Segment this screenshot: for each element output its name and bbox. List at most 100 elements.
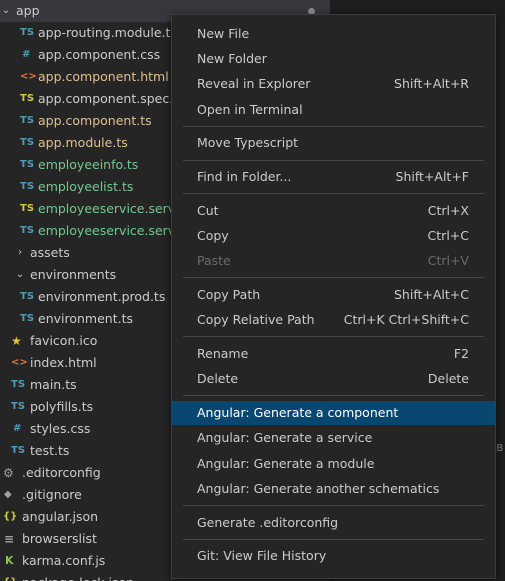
menu-item-generate-editorconfig[interactable]: Generate .editorconfig <box>172 511 495 535</box>
menu-item-shortcut: Shift+Alt+F <box>395 169 469 184</box>
menu-item-angular-generate-schematics[interactable]: Angular: Generate another schematics <box>172 477 495 501</box>
menu-item-new-file[interactable]: New File <box>172 22 495 46</box>
menu-item-label: Copy <box>197 228 229 243</box>
menu-item-reveal-in-explorer[interactable]: Reveal in Explorer Shift+Alt+R <box>172 72 495 96</box>
menu-item-copy-path[interactable]: Copy Path Shift+Alt+C <box>172 283 495 307</box>
file-label: test.ts <box>30 443 70 458</box>
typescript-icon: TS <box>20 225 35 236</box>
chevron-down-icon: ⌄ <box>15 269 25 280</box>
typescript-spec-icon: TS <box>20 93 35 104</box>
menu-item-shortcut: Delete <box>427 371 469 386</box>
file-label: main.ts <box>30 377 77 392</box>
menu-item-shortcut: Ctrl+X <box>427 203 469 218</box>
file-label: .gitignore <box>22 487 82 502</box>
typescript-icon: TS <box>20 159 35 170</box>
menu-item-label: Angular: Generate a component <box>197 405 399 420</box>
html-icon: <> <box>11 357 28 368</box>
menu-item-angular-generate-component[interactable]: Angular: Generate a component <box>172 401 495 425</box>
menu-item-new-folder[interactable]: New Folder <box>172 47 495 71</box>
file-label: employeeinfo.ts <box>38 157 139 172</box>
css-icon: # <box>22 49 31 60</box>
menu-item-delete[interactable]: Delete Delete <box>172 367 495 391</box>
chevron-right-icon: › <box>18 247 22 258</box>
json-icon: {} <box>3 511 18 522</box>
typescript-icon: TS <box>20 115 35 126</box>
menu-separator <box>183 395 484 396</box>
karma-icon: K <box>5 554 14 567</box>
file-label: app.component.ts <box>38 113 152 128</box>
git-icon: ◆ <box>4 489 12 500</box>
menu-item-label: Generate .editorconfig <box>197 515 339 530</box>
menu-item-shortcut: Shift+Alt+C <box>393 287 469 302</box>
file-label: package-lock.json <box>22 572 134 581</box>
file-label: angular.json <box>22 509 99 524</box>
menu-item-label: Cut <box>197 203 219 218</box>
menu-item-copy[interactable]: Copy Ctrl+C <box>172 224 495 248</box>
file-label: app.component.spec.ts <box>38 91 185 106</box>
menu-item-open-in-terminal[interactable]: Open in Terminal <box>172 98 495 122</box>
folder-label: app <box>16 3 40 18</box>
menu-item-label: Find in Folder... <box>197 169 292 184</box>
typescript-icon: TS <box>20 181 35 192</box>
menu-item-label: Delete <box>197 371 239 386</box>
menu-item-cut[interactable]: Cut Ctrl+X <box>172 199 495 223</box>
file-label: karma.conf.js <box>22 553 106 568</box>
typescript-icon: TS <box>20 291 35 302</box>
file-label: .editorconfig <box>22 465 101 480</box>
menu-item-git-view-file-history[interactable]: Git: View File History <box>172 544 495 568</box>
menu-item-angular-generate-service[interactable]: Angular: Generate a service <box>172 426 495 450</box>
file-label: app.component.css <box>38 47 161 62</box>
menu-item-copy-relative-path[interactable]: Copy Relative Path Ctrl+K Ctrl+Shift+C <box>172 308 495 332</box>
list-icon: ≡ <box>4 532 15 546</box>
typescript-spec-icon: TS <box>20 203 35 214</box>
folder-label: assets <box>30 245 70 260</box>
menu-separator <box>183 193 484 194</box>
file-label: app.component.html <box>38 69 169 84</box>
menu-item-label: Copy Path <box>197 287 261 302</box>
file-label: polyfills.ts <box>30 399 94 414</box>
menu-item-label: New File <box>197 26 250 41</box>
menu-item-label: Reveal in Explorer <box>197 76 311 91</box>
chevron-down-icon: ⌄ <box>1 5 11 16</box>
menu-item-shortcut: Ctrl+K Ctrl+Shift+C <box>343 312 469 327</box>
menu-item-label: Paste <box>197 253 231 268</box>
menu-separator <box>183 336 484 337</box>
file-label: environment.ts <box>38 311 133 326</box>
vscode-window: EB ⌄ app TS app-routing.module.ts # app.… <box>0 0 505 581</box>
menu-item-shortcut: Ctrl+V <box>427 253 469 268</box>
file-label: styles.css <box>30 421 91 436</box>
menu-separator <box>183 505 484 506</box>
menu-item-label: Angular: Generate another schematics <box>197 481 440 496</box>
menu-item-label: Rename <box>197 346 249 361</box>
typescript-icon: TS <box>11 379 26 390</box>
menu-item-label: Move Typescript <box>197 135 299 150</box>
folder-label: environments <box>30 267 117 282</box>
file-label: app-routing.module.ts <box>38 25 177 40</box>
menu-item-find-in-folder[interactable]: Find in Folder... Shift+Alt+F <box>172 165 495 189</box>
typescript-icon: TS <box>20 27 35 38</box>
json-icon: {} <box>3 572 17 581</box>
context-menu: New File New Folder Reveal in Explorer S… <box>171 14 496 579</box>
menu-item-label: Angular: Generate a module <box>197 456 375 471</box>
menu-separator <box>183 277 484 278</box>
menu-item-angular-generate-module[interactable]: Angular: Generate a module <box>172 452 495 476</box>
file-label: employeelist.ts <box>38 179 134 194</box>
file-label: favicon.ico <box>30 333 98 348</box>
typescript-icon: TS <box>11 445 26 456</box>
css-icon: # <box>13 423 22 434</box>
menu-item-shortcut: F2 <box>453 346 469 361</box>
typescript-icon: TS <box>11 401 26 412</box>
typescript-icon: TS <box>20 137 35 148</box>
menu-item-shortcut: Shift+Alt+R <box>394 76 469 91</box>
menu-item-label: Angular: Generate a service <box>197 430 373 445</box>
file-label: index.html <box>30 355 97 370</box>
menu-item-label: Git: View File History <box>197 548 327 563</box>
menu-item-shortcut: Ctrl+C <box>427 228 469 243</box>
file-label: environment.prod.ts <box>38 289 166 304</box>
menu-separator <box>183 539 484 540</box>
menu-item-move-typescript[interactable]: Move Typescript <box>172 131 495 155</box>
menu-item-rename[interactable]: Rename F2 <box>172 342 495 366</box>
favicon-star-icon: ★ <box>11 334 22 348</box>
menu-item-label: New Folder <box>197 51 267 66</box>
menu-item-label: Copy Relative Path <box>197 312 315 327</box>
